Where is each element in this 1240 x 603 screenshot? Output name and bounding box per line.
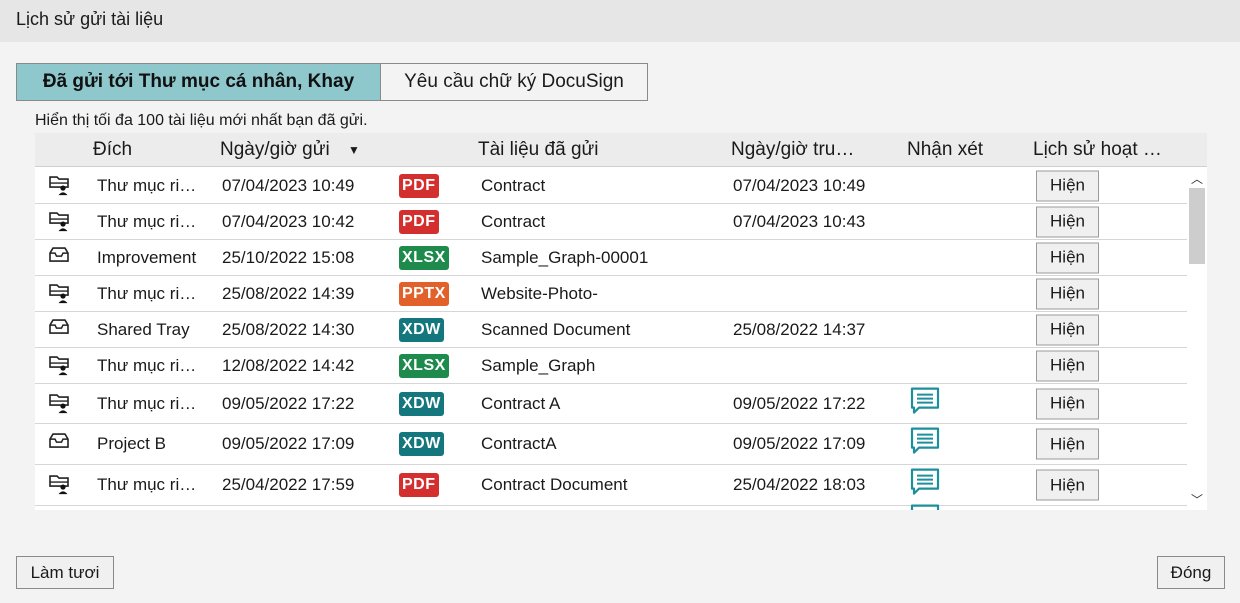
comment-icon[interactable] — [910, 427, 940, 455]
show-history-button[interactable]: Hiện — [1036, 350, 1099, 381]
header-comment[interactable]: Nhận xét — [907, 139, 983, 161]
table-row[interactable]: Thư mục ri… 09/05/2022 17:22 XDW Contract A… — [35, 384, 1187, 424]
document-name-cell: Contract Document — [481, 475, 628, 494]
file-type-badge: PDF — [399, 173, 439, 198]
table-header: Đích Ngày/giờ gửi ▼ Tài liệu đã gửi Ngày… — [35, 133, 1207, 167]
destination-cell: Thư mục ri… — [97, 475, 197, 494]
file-type-badge: XLSX — [399, 245, 449, 270]
destination-cell: Thư mục ri… — [97, 355, 197, 375]
title-bar: Lịch sử gửi tài liệu — [0, 0, 1240, 42]
received-datetime-cell: 25/04/2022 18:03 — [733, 475, 866, 494]
tab-sent-to-folder-tray[interactable]: Đã gửi tới Thư mục cá nhân, Khay — [16, 63, 381, 101]
table-body: Thư mục ri… 07/04/2023 10:49 PDF Contract 07… — [35, 168, 1187, 510]
personal-folder-icon — [47, 390, 71, 414]
table-row[interactable] — [35, 503, 1187, 510]
header-destination[interactable]: Đích — [93, 139, 132, 161]
table-row[interactable]: Thư mục ri… 07/04/2023 10:49 PDF Contract 07… — [35, 168, 1187, 204]
table-row[interactable]: Improvement 25/10/2022 15:08 XLSX Sample_Gr… — [35, 240, 1187, 276]
sent-datetime-cell: 07/04/2023 10:42 — [222, 211, 355, 231]
show-history-button[interactable]: Hiện — [1036, 206, 1099, 237]
file-type-badge: XLSX — [399, 353, 449, 378]
show-history-button[interactable]: Hiện — [1036, 388, 1099, 419]
document-name-cell: ContractA — [481, 434, 557, 453]
comment-icon[interactable] — [910, 386, 940, 414]
sent-datetime-cell: 12/08/2022 14:42 — [222, 355, 355, 375]
show-history-button[interactable]: Hiện — [1036, 314, 1099, 345]
received-datetime-cell: 09/05/2022 17:22 — [733, 393, 866, 413]
personal-folder-icon — [47, 352, 71, 376]
document-name-cell: Contract A — [481, 393, 561, 413]
destination-cell: Shared Tray — [97, 319, 190, 339]
comment-icon[interactable] — [910, 503, 940, 510]
table-row[interactable]: Thư mục ri… 25/04/2022 17:59 PDF Contract D… — [35, 465, 1187, 506]
window-title: Lịch sử gửi tài liệu — [16, 9, 164, 29]
show-history-button[interactable]: Hiện — [1036, 428, 1099, 460]
document-name-cell: Contract — [481, 175, 546, 195]
tab-docusign-request[interactable]: Yêu cầu chữ ký DocuSign — [380, 63, 648, 101]
file-type-badge: XDW — [399, 317, 444, 342]
file-type-badge: XDW — [399, 391, 444, 416]
destination-cell: Thư mục ri… — [97, 211, 197, 231]
refresh-button[interactable]: Làm tươi — [16, 556, 114, 589]
document-name-cell: Sample_Graph — [481, 355, 596, 375]
sent-datetime-cell: 25/08/2022 14:39 — [222, 283, 355, 303]
document-name-cell: Website-Photo- — [481, 283, 598, 303]
sent-datetime-cell: 07/04/2023 10:49 — [222, 175, 355, 195]
close-button[interactable]: Đóng — [1157, 556, 1225, 589]
destination-cell: Thư mục ri… — [97, 175, 197, 195]
sent-datetime-cell: 25/08/2022 14:30 — [222, 319, 355, 339]
document-name-cell: Contract — [481, 211, 546, 231]
table-row[interactable]: Project B 09/05/2022 17:09 XDW ContractA 09/… — [35, 424, 1187, 465]
sent-datetime-cell: 09/05/2022 17:09 — [222, 434, 355, 453]
file-type-badge: PDF — [399, 209, 439, 234]
scroll-down-icon[interactable]: ﹀ — [1191, 491, 1203, 508]
received-datetime-cell: 07/04/2023 10:49 — [733, 175, 866, 195]
personal-folder-icon — [47, 471, 71, 495]
received-datetime-cell: 07/04/2023 10:43 — [733, 211, 866, 231]
sent-datetime-cell: 25/10/2022 15:08 — [222, 247, 355, 267]
tray-icon — [47, 316, 71, 340]
history-table: Đích Ngày/giờ gửi ▼ Tài liệu đã gửi Ngày… — [35, 133, 1207, 510]
destination-cell: Thư mục ri… — [97, 393, 197, 413]
header-activity-history[interactable]: Lịch sử hoạt … — [1033, 139, 1162, 161]
comment-icon[interactable] — [910, 468, 940, 496]
sent-datetime-cell: 25/04/2022 17:59 — [222, 475, 355, 494]
destination-cell: Improvement — [97, 247, 197, 267]
show-history-button[interactable]: Hiện — [1036, 469, 1099, 501]
show-history-button[interactable]: Hiện — [1036, 242, 1099, 273]
destination-cell: Project B — [97, 434, 166, 453]
document-name-cell: Sample_Graph-00001 — [481, 247, 649, 267]
received-datetime-cell: 25/08/2022 14:37 — [733, 319, 866, 339]
file-type-badge: PPTX — [399, 281, 449, 306]
scroll-thumb[interactable] — [1189, 188, 1205, 264]
sort-down-icon: ▼ — [348, 143, 360, 157]
file-type-badge: PDF — [399, 473, 439, 497]
personal-folder-icon — [47, 280, 71, 304]
show-history-button[interactable]: Hiện — [1036, 170, 1099, 201]
info-note: Hiển thị tối đa 100 tài liệu mới nhất bạ… — [35, 112, 368, 129]
header-received-datetime[interactable]: Ngày/giờ tru… — [731, 139, 854, 161]
sent-datetime-cell: 09/05/2022 17:22 — [222, 393, 355, 413]
table-row[interactable]: Thư mục ri… 07/04/2023 10:42 PDF Contract 07… — [35, 204, 1187, 240]
table-row[interactable]: Shared Tray 25/08/2022 14:30 XDW Scanned Do… — [35, 312, 1187, 348]
document-name-cell: Scanned Document — [481, 319, 631, 339]
table-row[interactable]: Thư mục ri… 25/08/2022 14:39 PPTX Website-P… — [35, 276, 1187, 312]
personal-folder-icon — [47, 208, 71, 232]
tray-icon — [47, 244, 71, 268]
destination-cell: Thư mục ri… — [97, 283, 197, 303]
header-sent-datetime[interactable]: Ngày/giờ gửi — [220, 139, 330, 161]
header-document[interactable]: Tài liệu đã gửi — [478, 139, 598, 161]
tray-icon — [47, 430, 71, 454]
show-history-button[interactable]: Hiện — [1036, 278, 1099, 309]
personal-folder-icon — [47, 172, 71, 196]
table-row[interactable]: Thư mục ri… 12/08/2022 14:42 XLSX Sample_Gr… — [35, 348, 1187, 384]
scroll-up-icon[interactable]: ︿ — [1191, 170, 1203, 187]
vertical-scrollbar[interactable]: ︿ ﹀ — [1187, 168, 1207, 510]
file-type-badge: XDW — [399, 432, 444, 456]
received-datetime-cell: 09/05/2022 17:09 — [733, 434, 866, 453]
